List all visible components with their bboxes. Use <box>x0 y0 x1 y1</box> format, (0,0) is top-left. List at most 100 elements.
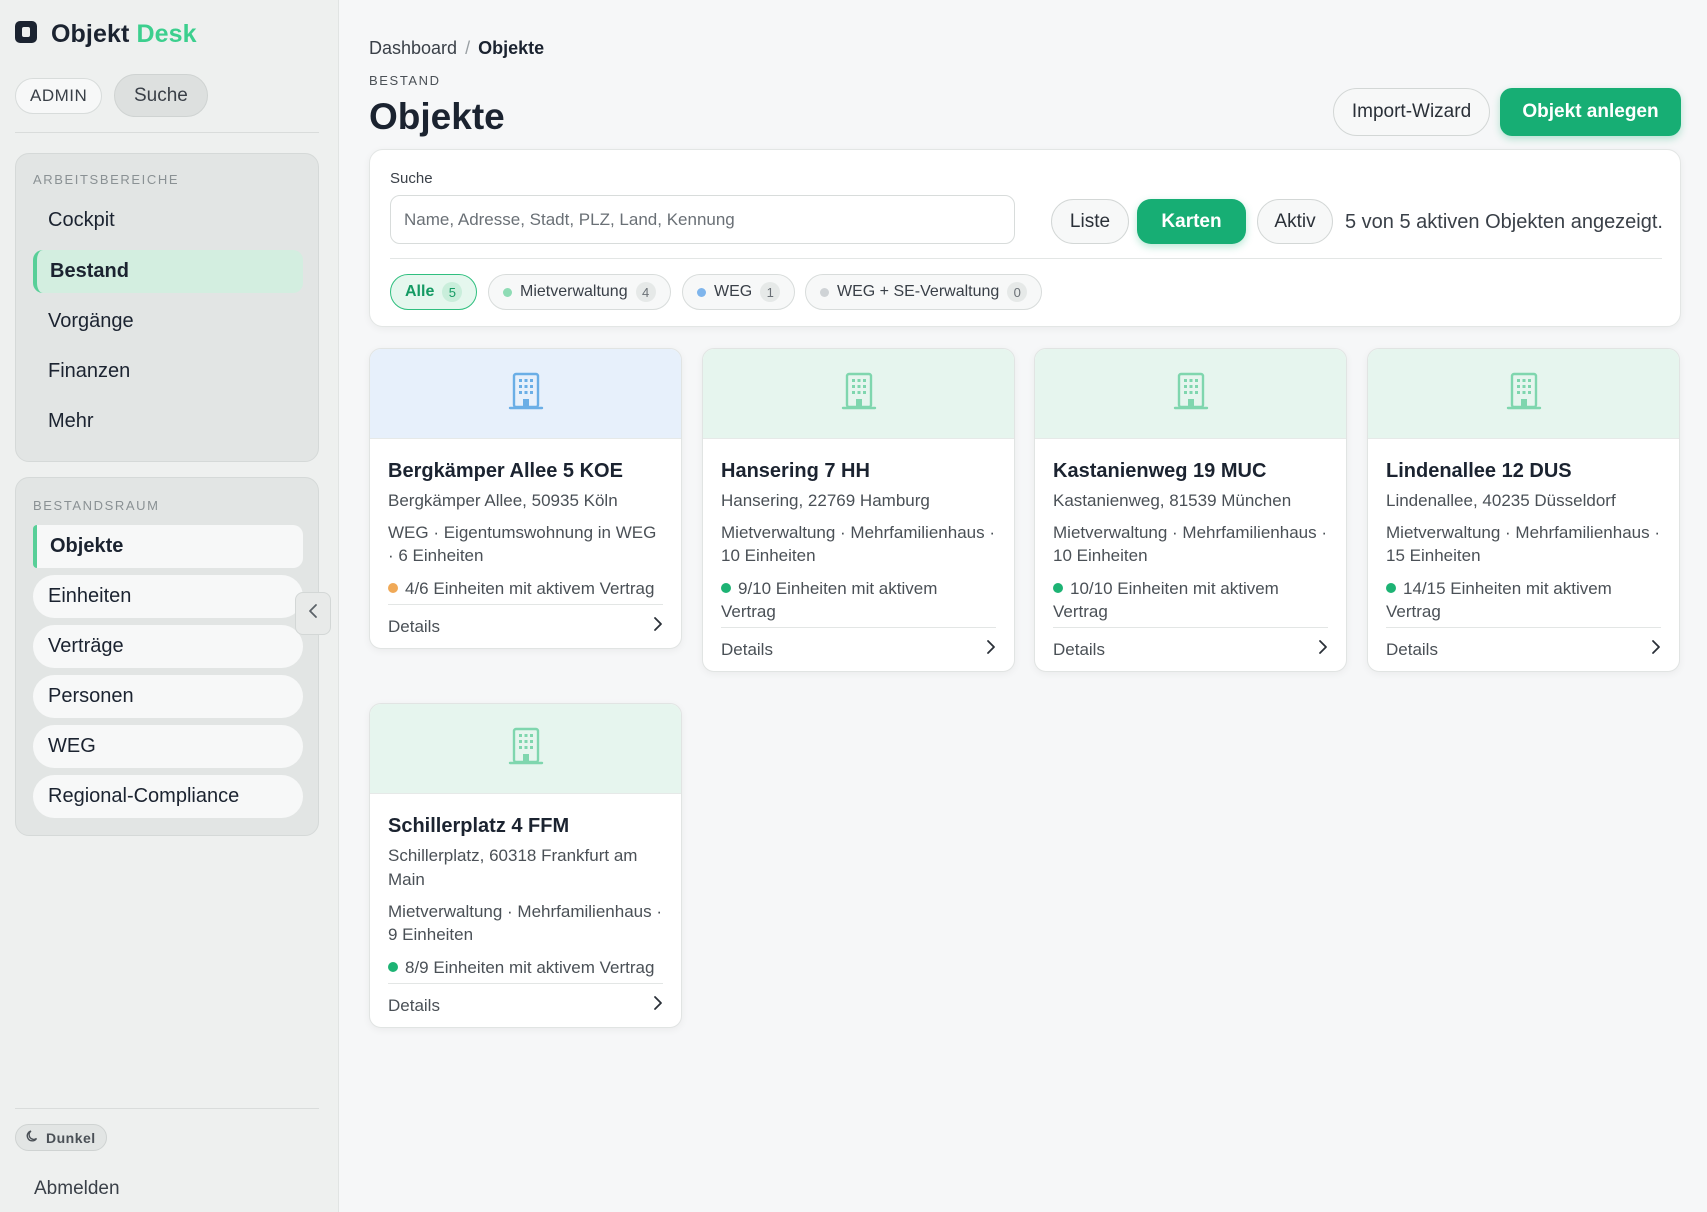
card-address: Kastanienweg, 81539 München <box>1053 491 1292 510</box>
filter-chip-label: Mietverwaltung <box>520 283 628 300</box>
import-wizard-button[interactable]: Import-Wizard <box>1333 88 1490 136</box>
object-card[interactable]: Kastanienweg 19 MUC Kastanienweg, 81539 … <box>1034 348 1347 672</box>
chevron-right-icon <box>1318 638 1328 661</box>
card-status-text: 14/15 Einheiten mit aktivem Vertrag <box>1386 579 1612 621</box>
filter-chip-weg[interactable]: WEG 1 <box>682 274 796 310</box>
sidebar: Objekt Desk ADMIN Suche ARBEITSBEREICHE … <box>0 0 339 1212</box>
filter-chip-label: WEG <box>714 283 753 300</box>
nav-vorgaenge[interactable]: Vorgänge <box>33 300 303 343</box>
search-input[interactable] <box>390 195 1015 244</box>
nav-mehr[interactable]: Mehr <box>33 400 303 443</box>
card-meta: WEG · Eigentumswohnung in WEG · 6 Einhei… <box>388 523 657 565</box>
status-dot <box>388 962 398 972</box>
card-details-link[interactable]: Details <box>388 604 663 648</box>
divider <box>15 1108 319 1109</box>
nav-regional-compliance[interactable]: Regional-Compliance <box>33 775 303 818</box>
logout-link[interactable]: Abmelden <box>34 1178 120 1200</box>
filter-chip-count: 5 <box>442 282 463 302</box>
card-status: 8/9 Einheiten mit aktivem Vertrag <box>388 956 663 979</box>
admin-badge[interactable]: ADMIN <box>15 78 103 114</box>
inventory-panel: BESTANDSRAUM Objekte Einheiten Verträge … <box>15 477 319 836</box>
brand[interactable]: Objekt Desk <box>15 20 197 49</box>
building-icon <box>508 726 544 771</box>
brand-logo-icon <box>15 20 43 49</box>
card-meta: Mietverwaltung · Mehrfamilienhaus · 9 Ei… <box>388 902 662 944</box>
breadcrumb-separator: / <box>465 38 471 58</box>
nav-einheiten[interactable]: Einheiten <box>33 575 303 618</box>
card-header <box>370 349 681 439</box>
chevron-right-icon <box>653 994 663 1017</box>
card-details-link[interactable]: Details <box>721 627 996 671</box>
object-card[interactable]: Hansering 7 HH Hansering, 22769 Hamburg … <box>702 348 1015 672</box>
filter-chip-mietverwaltung[interactable]: Mietverwaltung 4 <box>488 274 671 310</box>
card-status-text: 9/10 Einheiten mit aktivem Vertrag <box>721 579 938 621</box>
nav-personen[interactable]: Personen <box>33 675 303 718</box>
nav-finanzen[interactable]: Finanzen <box>33 350 303 393</box>
filter-chip-count: 0 <box>1007 282 1028 302</box>
status-dot <box>503 287 512 297</box>
divider <box>15 132 319 133</box>
object-card[interactable]: Lindenallee 12 DUS Lindenallee, 40235 Dü… <box>1367 348 1680 672</box>
nav-objekte[interactable]: Objekte <box>33 525 303 568</box>
search-button[interactable]: Suche <box>114 74 208 117</box>
filter-chip-alle[interactable]: Alle 5 <box>390 274 478 310</box>
object-card[interactable]: Schillerplatz 4 FFM Schillerplatz, 60318… <box>369 703 682 1028</box>
card-details-link[interactable]: Details <box>1053 627 1328 671</box>
section-kicker: BESTAND <box>369 73 441 88</box>
inventory-title: BESTANDSRAUM <box>33 498 160 513</box>
card-title: Bergkämper Allee 5 KOE <box>388 460 623 482</box>
breadcrumb-root[interactable]: Dashboard <box>369 38 457 59</box>
status-filter-button[interactable]: Aktiv <box>1257 199 1333 244</box>
moon-icon <box>26 1129 40 1146</box>
card-meta: Mietverwaltung · Mehrfamilienhaus · 15 E… <box>1386 523 1660 565</box>
search-label: Suche <box>390 170 433 187</box>
create-object-button[interactable]: Objekt anlegen <box>1500 88 1681 136</box>
card-title: Kastanienweg 19 MUC <box>1053 460 1267 482</box>
filter-chip-label: Alle <box>405 283 435 300</box>
card-address: Hansering, 22769 Hamburg <box>721 491 930 510</box>
workspaces-panel: ARBEITSBEREICHE Cockpit Bestand Vorgänge… <box>15 153 319 462</box>
card-address: Lindenallee, 40235 Düsseldorf <box>1386 491 1616 510</box>
dark-mode-toggle[interactable]: Dunkel <box>15 1124 107 1151</box>
collapse-sidebar-button[interactable] <box>295 592 331 635</box>
status-dot <box>820 287 829 297</box>
building-icon <box>1506 371 1542 416</box>
nav-cockpit[interactable]: Cockpit <box>33 199 303 242</box>
result-count: 5 von 5 aktiven Objekten angezeigt. <box>1345 211 1663 233</box>
status-dot <box>721 583 731 593</box>
search-panel: Suche Liste Karten Aktiv 5 von 5 aktiven… <box>369 149 1681 327</box>
view-list-button[interactable]: Liste <box>1051 199 1129 244</box>
status-dot <box>697 287 706 297</box>
card-meta: Mietverwaltung · Mehrfamilienhaus · 10 E… <box>721 523 995 565</box>
object-card[interactable]: Bergkämper Allee 5 KOE Bergkämper Allee,… <box>369 348 682 649</box>
nav-weg[interactable]: WEG <box>33 725 303 768</box>
status-dot <box>388 583 398 593</box>
chevron-right-icon <box>1651 638 1661 661</box>
card-header <box>1035 349 1346 439</box>
divider <box>390 258 1662 259</box>
card-status: 4/6 Einheiten mit aktivem Vertrag <box>388 577 663 600</box>
nav-bestand[interactable]: Bestand <box>33 250 303 293</box>
card-details-link[interactable]: Details <box>1386 627 1661 671</box>
brand-name: Objekt Desk <box>51 20 197 48</box>
filter-chip-weg-se[interactable]: WEG + SE-Verwaltung 0 <box>805 274 1043 310</box>
status-dot <box>1053 583 1063 593</box>
chevron-right-icon <box>986 638 996 661</box>
building-icon <box>1173 371 1209 416</box>
card-details-label: Details <box>1386 639 1438 659</box>
card-status-text: 10/10 Einheiten mit aktivem Vertrag <box>1053 579 1279 621</box>
card-header <box>370 704 681 794</box>
building-icon <box>508 371 544 416</box>
card-details-link[interactable]: Details <box>388 983 663 1027</box>
nav-vertraege[interactable]: Verträge <box>33 625 303 668</box>
card-status-text: 4/6 Einheiten mit aktivem Vertrag <box>405 579 655 598</box>
building-icon <box>841 371 877 416</box>
card-status: 14/15 Einheiten mit aktivem Vertrag <box>1386 577 1661 623</box>
chevron-right-icon <box>653 615 663 638</box>
page-title: Objekte <box>369 96 505 137</box>
card-address: Bergkämper Allee, 50935 Köln <box>388 491 618 510</box>
card-title: Lindenallee 12 DUS <box>1386 460 1572 482</box>
card-title: Hansering 7 HH <box>721 460 870 482</box>
card-details-label: Details <box>388 995 440 1015</box>
view-cards-button[interactable]: Karten <box>1137 199 1246 244</box>
